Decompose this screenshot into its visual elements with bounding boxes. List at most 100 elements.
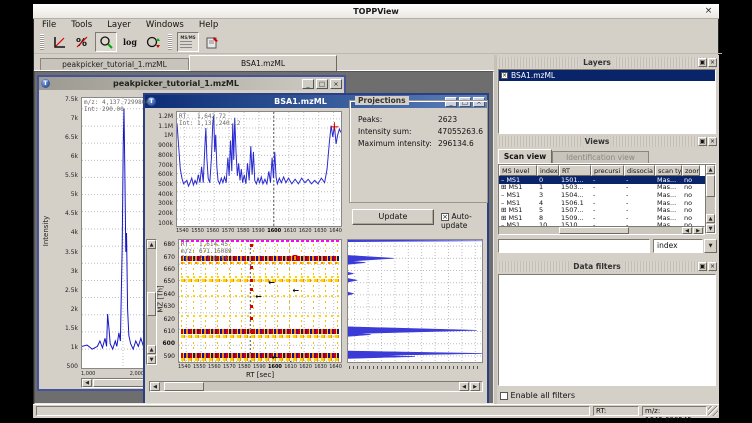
zoom-icon[interactable]: [95, 32, 117, 52]
layer-item-bsa1[interactable]: × BSA1.mzML: [499, 70, 715, 81]
scroll-down-button[interactable]: ▼: [706, 224, 715, 233]
menu-item[interactable]: Help: [199, 20, 218, 30]
combo-arrow-icon[interactable]: ▼: [704, 239, 717, 253]
2d-hscrollbar[interactable]: ◀ ◀ ▶: [149, 381, 483, 392]
scroll-left-button[interactable]: ◀: [682, 227, 692, 234]
tick-label: 1590: [252, 228, 265, 234]
projections-row: Maximum intensity:296134.6: [358, 139, 483, 148]
column-header[interactable]: RT: [559, 165, 591, 176]
heatmap-band: [181, 307, 340, 309]
table-vscrollbar[interactable]: ▲ ▲ ▼: [705, 164, 716, 234]
mzproj-plot[interactable]: [347, 239, 483, 363]
close-icon[interactable]: ×: [708, 58, 717, 67]
heat-dot: [250, 279, 253, 282]
scroll-left-button[interactable]: ◀: [150, 382, 160, 391]
tick-label: 1580: [238, 364, 251, 370]
maximize-button[interactable]: □: [316, 79, 328, 89]
scroll-thumb[interactable]: [93, 379, 148, 387]
mzproj-xticks: [349, 366, 481, 369]
column-header[interactable]: zoom: [682, 165, 700, 176]
scroll-left-button[interactable]: ◀: [459, 382, 469, 391]
main-titlebar[interactable]: TOPPView: [33, 4, 719, 19]
table-hscrollbar[interactable]: ◀ ▶: [498, 226, 705, 235]
column-header[interactable]: MS level: [499, 165, 537, 176]
layers-dock-titlebar[interactable]: Layers ▣ ×: [496, 57, 718, 68]
rtproj-readout: RT: 1,642.72 Int: 1,137,240.12: [179, 113, 240, 127]
resize-grip[interactable]: [708, 406, 718, 416]
menu-item[interactable]: Tools: [71, 20, 92, 30]
scroll-right-button[interactable]: ▶: [470, 382, 480, 391]
tab-identification-view[interactable]: Identification view: [552, 151, 649, 163]
scroll-thumb[interactable]: [559, 227, 629, 234]
peakpicker-titlebar[interactable]: T peakpicker_tutorial_1.mzML _ □ ×: [39, 77, 344, 90]
metadata-icon[interactable]: [202, 33, 222, 51]
scroll-left-button[interactable]: ◀: [82, 379, 92, 387]
scroll-up-button[interactable]: ▲: [147, 345, 156, 354]
column-combo[interactable]: index: [653, 239, 703, 253]
msms-icon[interactable]: MS/MS: [177, 32, 199, 52]
update-button[interactable]: Update: [352, 209, 434, 225]
column-header[interactable]: precursi: [591, 165, 624, 176]
close-icon[interactable]: ×: [708, 137, 717, 146]
tick-label: 5k: [71, 191, 78, 198]
float-icon[interactable]: ▣: [698, 137, 707, 146]
float-icon[interactable]: ▣: [698, 262, 707, 271]
menu-item[interactable]: File: [42, 20, 56, 30]
tick-label: 1570: [222, 228, 235, 234]
scroll-right-button[interactable]: ▶: [693, 227, 703, 234]
main-close-button[interactable]: ×: [703, 6, 714, 16]
measure-icon[interactable]: [143, 33, 163, 51]
status-mz-field: m/z: 1642.690545: [642, 406, 707, 416]
tick-label: 1590: [253, 364, 266, 370]
peakmap-2d[interactable]: RT: 1,614.45 m/z: 671.15089 Int: 2,718.9…: [178, 239, 342, 363]
window-bsa1[interactable]: T BSA1.mzML _ □ × 1.2M1.1M1M900k800k700k…: [143, 93, 489, 404]
search-input[interactable]: [498, 239, 650, 253]
scan-table[interactable]: MS levelindexRTprecursidissociascan tyzo…: [498, 164, 716, 234]
tick-label: 2k: [71, 306, 78, 313]
scroll-up-button[interactable]: ▲: [706, 214, 715, 223]
minimize-button[interactable]: _: [302, 79, 314, 89]
tick-label: 1580: [237, 228, 250, 234]
float-icon[interactable]: ▣: [698, 58, 707, 67]
2d-vscrollbar[interactable]: ▲ ▲ ▼: [146, 239, 157, 365]
scroll-up-button[interactable]: ▲: [147, 240, 156, 249]
menu-item[interactable]: Layer: [107, 20, 131, 30]
tick-label: 500k: [158, 181, 173, 188]
menu-item[interactable]: Windows: [146, 20, 184, 30]
column-header[interactable]: index: [537, 165, 559, 176]
projections-row: Intensity sum:47055263.6: [358, 127, 483, 136]
heatmap-band: [181, 325, 340, 327]
scan-table-header[interactable]: MS levelindexRTprecursidissociascan tyzo…: [499, 165, 715, 176]
scroll-thumb[interactable]: [706, 175, 715, 197]
scroll-up-button[interactable]: ▲: [706, 165, 715, 174]
rtproj-plot[interactable]: RT: 1,642.72 Int: 1,137,240.12: [176, 111, 342, 227]
scroll-thumb[interactable]: [147, 292, 156, 316]
heatmap-band: [181, 362, 340, 363]
scroll-thumb[interactable]: [164, 382, 204, 391]
heatmap-band: [181, 268, 340, 270]
close-button[interactable]: ×: [330, 79, 342, 89]
intensity-percentage-icon[interactable]: %: [72, 33, 92, 51]
close-icon[interactable]: ×: [708, 262, 717, 271]
heatmap-band: [181, 262, 340, 264]
scroll-down-button[interactable]: ▼: [147, 355, 156, 364]
column-header[interactable]: dissocia: [624, 165, 655, 176]
enable-all-filters-checkbox[interactable]: Enable all filters: [500, 391, 575, 400]
filters-dock-titlebar[interactable]: Data filters ▣ ×: [496, 261, 718, 272]
toolbar-grip[interactable]: [40, 34, 44, 50]
views-title: Views: [581, 137, 614, 146]
tab-scan-view[interactable]: Scan view: [498, 149, 552, 163]
reset-axes-icon[interactable]: [49, 33, 69, 51]
tab-bsa1[interactable]: BSA1.mzML: [189, 55, 337, 71]
views-dock-titlebar[interactable]: Views ▣ ×: [496, 136, 718, 147]
log-intensity-icon[interactable]: log: [120, 33, 140, 51]
toolbar-grip[interactable]: [168, 34, 172, 50]
tick-label: 610: [164, 328, 175, 335]
column-header[interactable]: scan ty: [655, 165, 682, 176]
filters-list[interactable]: [498, 274, 716, 386]
peakpicker-title: peakpicker_tutorial_1.mzML: [52, 79, 300, 88]
layer-checkbox[interactable]: ×: [501, 72, 508, 79]
layers-list[interactable]: × BSA1.mzML: [498, 69, 716, 134]
heatmap-band: [181, 342, 340, 344]
auto-update-checkbox[interactable]: × Auto-update: [441, 212, 487, 230]
